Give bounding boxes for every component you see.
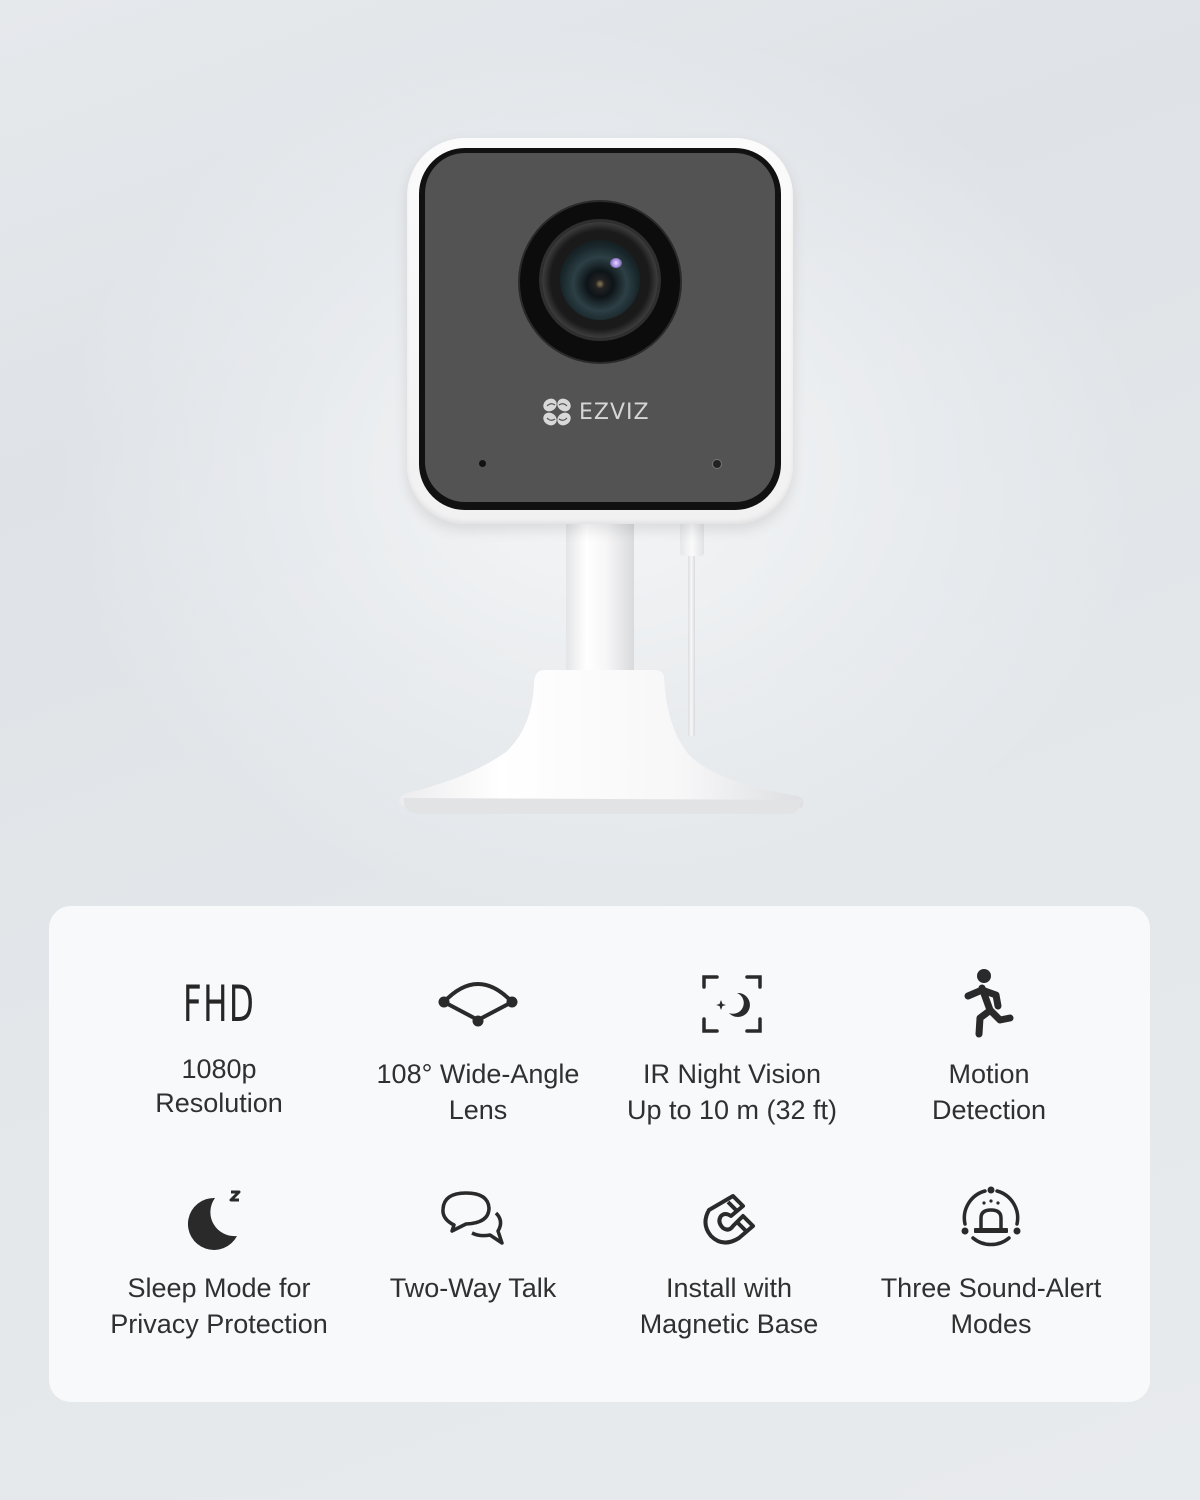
features-card: FHD 1080p Resolution 108° Wide-Angle Len… xyxy=(49,906,1150,1402)
feature-two-way-talk: Two-Way Talk xyxy=(343,1178,603,1306)
feature-label: Two-Way Talk xyxy=(389,1273,557,1303)
lens-inner-ring xyxy=(542,222,658,338)
camera-stand-neck xyxy=(566,522,634,672)
feature-motion-detection: Motion Detection xyxy=(859,964,1119,1128)
feature-label: Install with Magnetic Base xyxy=(639,1273,819,1339)
feature-label: Sleep Mode for Privacy Protection xyxy=(110,1273,328,1339)
camera-lens xyxy=(520,202,680,362)
cable-plug xyxy=(680,524,704,556)
feature-fhd: FHD 1080p Resolution xyxy=(89,964,349,1120)
sleep-moon-icon xyxy=(89,1178,349,1258)
feature-wide-angle: 108° Wide-Angle Lens xyxy=(348,964,608,1128)
siren-alarm-icon xyxy=(861,1178,1121,1258)
feature-label: Three Sound-Alert Modes xyxy=(880,1273,1102,1339)
light-sensor xyxy=(713,460,721,468)
feature-label: Motion Detection xyxy=(931,1059,1047,1125)
brand-name: EZVIZ xyxy=(579,399,650,425)
ezviz-logo-icon xyxy=(543,398,571,426)
night-vision-icon xyxy=(602,964,862,1044)
microphone-hole xyxy=(479,460,486,467)
feature-night-vision: IR Night Vision Up to 10 m (32 ft) xyxy=(602,964,862,1128)
feature-label: 108° Wide-Angle Lens xyxy=(376,1059,580,1125)
feature-sleep-mode: Sleep Mode for Privacy Protection xyxy=(89,1178,349,1342)
fhd-icon: FHD xyxy=(182,975,256,1033)
feature-label: 1080p Resolution xyxy=(155,1054,283,1118)
running-person-icon xyxy=(859,964,1119,1044)
chat-bubbles-icon xyxy=(343,1178,603,1258)
magnet-icon xyxy=(599,1178,859,1258)
lens-glass xyxy=(560,240,640,320)
brand-logo: EZVIZ xyxy=(541,396,650,428)
feature-label: IR Night Vision Up to 10 m (32 ft) xyxy=(626,1059,838,1125)
feature-magnetic-base: Install with Magnetic Base xyxy=(599,1178,859,1342)
wide-angle-lens-icon xyxy=(348,964,608,1044)
lens-flare xyxy=(610,258,622,268)
camera-product-image: EZVIZ xyxy=(0,0,1200,880)
feature-sound-alert: Three Sound-Alert Modes xyxy=(861,1178,1121,1342)
camera-stand-base xyxy=(399,670,804,814)
